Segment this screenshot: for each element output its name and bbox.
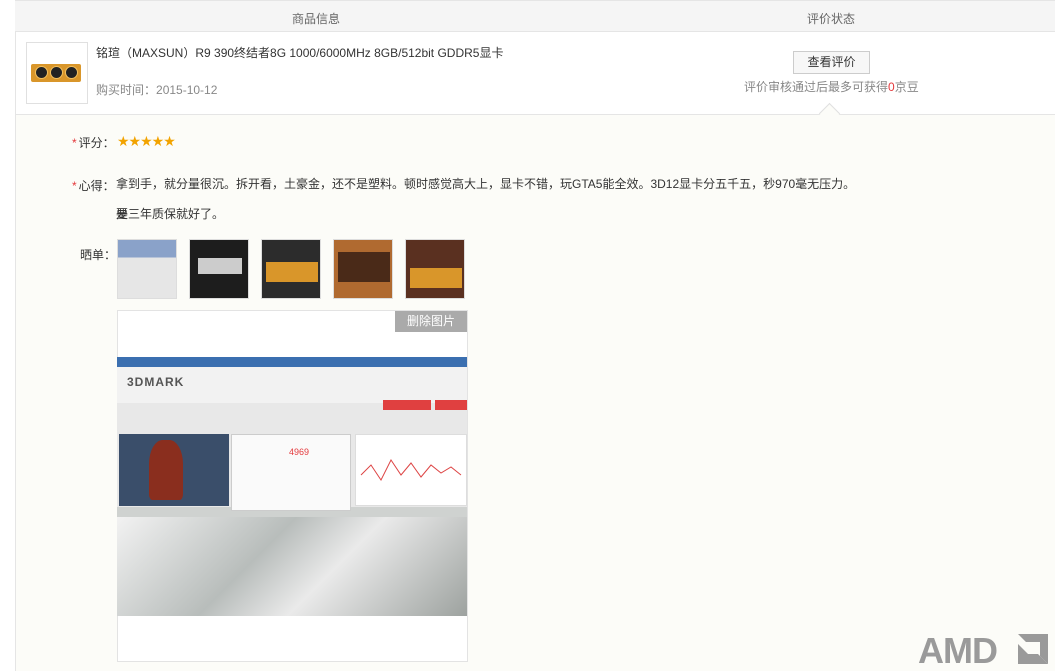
rating-label-text: 评分： (78, 136, 115, 150)
rating-label: * 评分： (72, 134, 115, 151)
required-mark: * (72, 136, 77, 150)
rating-stars[interactable]: ★★★★★ (117, 133, 176, 150)
photo-thumbnail[interactable] (189, 239, 249, 299)
product-info-header: 商品信息 (292, 12, 341, 26)
photos-label: 晒单： (80, 248, 117, 262)
reward-note-suffix: 京豆 (894, 80, 919, 94)
purchase-date-value: 2015-10-12 (156, 83, 218, 97)
review-status-header: 评价状态 (807, 12, 856, 26)
product-thumbnail[interactable] (26, 42, 88, 104)
delete-photo-button[interactable]: 删除图片 (395, 311, 467, 332)
comment-label-text: 心得： (78, 179, 115, 193)
purchase-date: 购买时间：2015-10-12 (96, 81, 217, 98)
photo-preview-image: 3DMARK 4969 (117, 357, 467, 616)
graphics-card-image (31, 64, 81, 82)
photo-thumbnail[interactable] (405, 239, 465, 299)
photo-thumbnail[interactable] (333, 239, 393, 299)
view-review-button[interactable]: 查看评价 (793, 51, 870, 74)
product-row: 铭瑄（MAXSUN）R9 390终结者8G 1000/6000MHz 8GB/5… (15, 32, 1055, 115)
reward-count: 0 (888, 80, 895, 94)
amd-logo: AMD (918, 628, 1053, 671)
amd-arrow-icon (1018, 634, 1048, 664)
required-mark: * (72, 179, 77, 193)
review-reward-note: 评价审核通过后最多可获得0京豆 (744, 78, 919, 95)
benchmark-score: 4969 (289, 447, 310, 457)
comment-label: * 心得： (72, 177, 115, 194)
reward-note-prefix: 评价审核通过后最多可获得 (744, 80, 889, 94)
amd-logo-text: AMD (918, 630, 998, 671)
table-header: 商品信息 评价状态 (15, 0, 1055, 32)
benchmark-logo: 3DMARK (127, 375, 185, 389)
purchase-date-label: 购买时间： (96, 83, 157, 97)
photo-thumbnail[interactable] (117, 239, 177, 299)
comment-text-line-2: 是三年质保就好了。 (116, 207, 225, 221)
product-name[interactable]: 铭瑄（MAXSUN）R9 390终结者8G 1000/6000MHz 8GB/5… (96, 44, 503, 61)
photo-thumbnail[interactable] (261, 239, 321, 299)
